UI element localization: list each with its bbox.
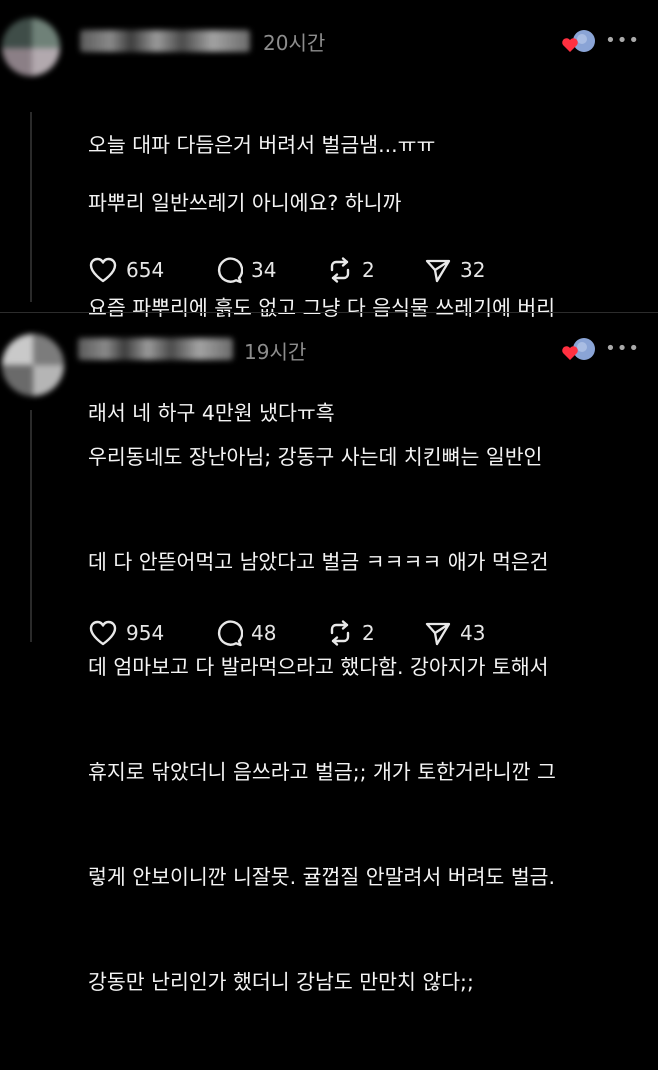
- like-button[interactable]: 954: [88, 619, 215, 647]
- share-count: 32: [460, 258, 486, 282]
- heart-icon: [89, 620, 117, 646]
- body-line: 요즘 파뿌리에 흙도 없고 그냥 다 음식물 쓰레기에 버리: [88, 296, 556, 320]
- comment-count: 34: [251, 258, 277, 282]
- body-line: 강동만 난리인가 했더니 강남도 만만치 않다;;: [88, 970, 474, 994]
- timestamp: 20시간: [263, 31, 326, 55]
- timestamp: 19시간: [244, 340, 307, 364]
- more-options-icon[interactable]: •••: [605, 338, 640, 359]
- username[interactable]: [80, 30, 250, 52]
- more-options-icon[interactable]: •••: [605, 30, 640, 51]
- share-count: 43: [460, 621, 486, 645]
- share-button[interactable]: 43: [424, 619, 485, 647]
- like-count: 954: [126, 621, 165, 645]
- like-button[interactable]: 654: [88, 256, 215, 284]
- post-actions: 954 48 2 43: [88, 618, 485, 648]
- body-line: 렇게 안보이니깐 니잘못. 귤껍질 안말려서 버려도 벌금.: [88, 865, 556, 889]
- repost-icon: [330, 620, 350, 646]
- body-line: 파뿌리 일반쓰레기 아니에요? 하니까: [88, 191, 402, 215]
- repost-button[interactable]: 2: [326, 619, 424, 647]
- repost-count: 2: [362, 258, 375, 282]
- comment-button[interactable]: 34: [215, 256, 326, 284]
- body-line: 휴지로 닦았더니 음쓰라고 벌금;; 개가 토한거라니깐 그: [88, 760, 556, 784]
- like-count: 654: [126, 258, 165, 282]
- post-divider: [0, 312, 658, 313]
- post-2: 19시간 ••• 우리동네도 장난아님; 강동구 사는데 치킨뼈는 일반인 데 …: [0, 322, 658, 994]
- liked-reaction-icon[interactable]: [560, 28, 596, 58]
- post-1: 20시간 ••• 오늘 대파 다듬은거 버려서 벌금냄...ㅠㅠ 파뿌리 일반쓰…: [0, 0, 658, 425]
- avatar[interactable]: [2, 18, 60, 76]
- comment-icon: [217, 620, 243, 647]
- liked-reaction-icon[interactable]: [560, 336, 596, 366]
- body-line: 데 다 안뜯어먹고 남았다고 벌금 ㅋㅋㅋㅋ 애가 먹은건: [88, 550, 549, 574]
- thread-line: [30, 410, 32, 642]
- share-button[interactable]: 32: [424, 256, 485, 284]
- send-icon: [425, 259, 451, 283]
- post-body: 우리동네도 장난아님; 강동구 사는데 치킨뼈는 일반인 데 다 안뜯어먹고 남…: [88, 370, 556, 1070]
- heart-icon: [89, 257, 117, 283]
- body-line: 우리동네도 장난아님; 강동구 사는데 치킨뼈는 일반인: [88, 445, 543, 469]
- comment-icon: [217, 257, 243, 284]
- username[interactable]: [78, 338, 233, 360]
- repost-button[interactable]: 2: [326, 256, 424, 284]
- comment-count: 48: [251, 621, 277, 645]
- avatar[interactable]: [2, 334, 64, 396]
- post-actions: 654 34 2 32: [88, 255, 485, 285]
- thread-line: [30, 112, 32, 302]
- repost-count: 2: [362, 621, 375, 645]
- repost-icon: [330, 257, 350, 283]
- comment-button[interactable]: 48: [215, 619, 326, 647]
- body-line: 데 엄마보고 다 발라먹으라고 했다함. 강아지가 토해서: [88, 655, 549, 679]
- send-icon: [425, 622, 451, 646]
